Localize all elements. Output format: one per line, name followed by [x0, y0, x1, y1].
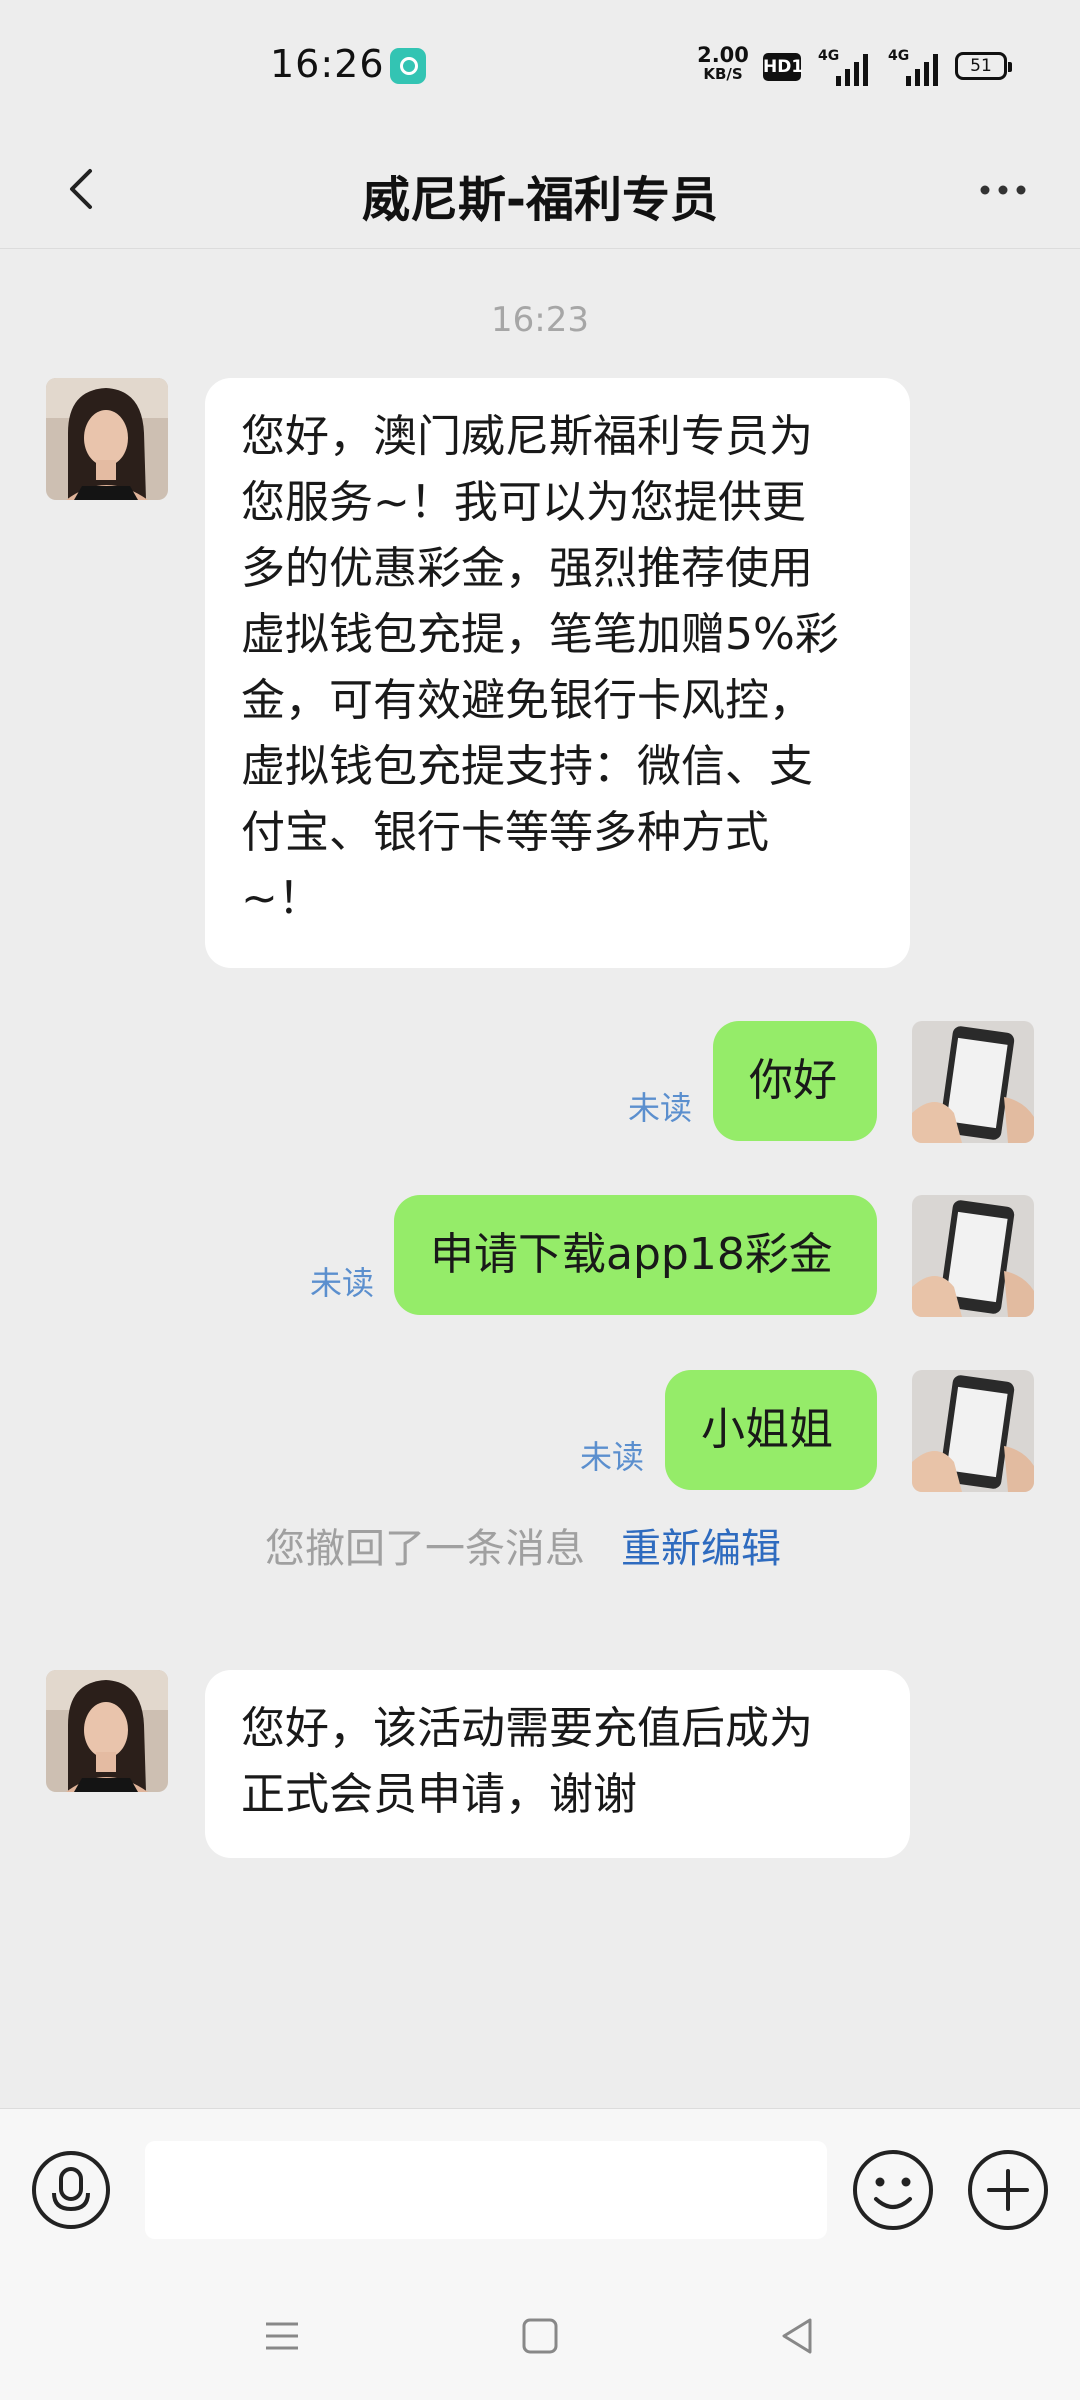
message-text: 小姐姐	[701, 1404, 833, 1455]
battery-icon: 51	[955, 52, 1012, 80]
page-title: 威尼斯-福利专员	[362, 172, 718, 228]
input-bar	[0, 2108, 1080, 2269]
message-text-line: 您好，澳门威尼斯福利专员为	[241, 411, 813, 462]
message-text-line: 正式会员申请，谢谢	[241, 1769, 637, 1820]
unread-status: 未读	[628, 1089, 693, 1127]
network-speed: 2.00 KB/S	[695, 43, 751, 84]
message-text-line: 您好，该活动需要充值后成为	[241, 1703, 813, 1754]
emoji-icon[interactable]	[850, 2147, 936, 2233]
network-speed-value: 2.00	[697, 43, 749, 67]
unread-status: 未读	[580, 1438, 645, 1476]
back-arrow-icon[interactable]	[60, 165, 108, 213]
home-nav-icon[interactable]	[516, 2312, 564, 2360]
my-avatar[interactable]	[912, 1021, 1034, 1143]
app-notification-icon	[390, 48, 426, 84]
message-text-line: ~！	[241, 873, 322, 924]
message-text: 申请下载app18彩金	[430, 1229, 833, 1280]
status-time: 16:26	[270, 42, 385, 86]
more-dots-icon[interactable]	[975, 170, 1035, 210]
chat-timestamp: 16:23	[491, 300, 589, 340]
message-input[interactable]	[145, 2141, 827, 2239]
hd-badge: HD1	[763, 53, 803, 81]
message-text-line: 您服务~！我可以为您提供更	[241, 477, 806, 528]
message-text: 你好	[749, 1055, 837, 1106]
outgoing-message-bubble[interactable]: 小姐姐	[665, 1370, 877, 1490]
system-nav-bar	[0, 2268, 1080, 2400]
message-text-line: 虚拟钱包充提支持：微信、支	[241, 741, 813, 792]
network-speed-unit: KB/S	[703, 65, 743, 83]
my-avatar[interactable]	[912, 1195, 1034, 1317]
contact-avatar[interactable]	[46, 1670, 168, 1792]
message-text-line: 虚拟钱包充提，笔笔加赠5%彩	[241, 609, 839, 660]
signal-label: 4G	[818, 48, 840, 64]
incoming-message-bubble[interactable]: 您好，澳门威尼斯福利专员为 您服务~！我可以为您提供更 多的优惠彩金，强烈推荐使…	[205, 378, 910, 968]
unread-status: 未读	[310, 1264, 375, 1302]
incoming-message-bubble[interactable]: 您好，该活动需要充值后成为 正式会员申请，谢谢	[205, 1670, 910, 1858]
voice-icon[interactable]	[30, 2149, 112, 2231]
re-edit-link[interactable]: 重新编辑	[621, 1526, 781, 1572]
chat-header: 威尼斯-福利专员	[0, 130, 1080, 249]
recall-notice-text: 您撤回了一条消息	[265, 1526, 585, 1572]
status-bar: 16:26 2.00 KB/S HD1 4G 4G 51	[0, 0, 1080, 130]
signal-icon: 4G	[888, 48, 948, 86]
my-avatar[interactable]	[912, 1370, 1034, 1492]
back-nav-icon[interactable]	[774, 2312, 822, 2360]
message-text-line: 金，可有效避免银行卡风控，	[241, 675, 813, 726]
message-text-line: 付宝、银行卡等等多种方式	[241, 807, 769, 858]
outgoing-message-bubble[interactable]: 你好	[713, 1021, 877, 1141]
outgoing-message-bubble[interactable]: 申请下载app18彩金	[394, 1195, 877, 1315]
signal-icon: 4G	[818, 48, 878, 86]
menu-nav-icon[interactable]	[258, 2312, 306, 2360]
signal-label: 4G	[888, 48, 910, 64]
contact-avatar[interactable]	[46, 378, 168, 500]
recall-notice: 您撤回了一条消息 重新编辑	[265, 1516, 781, 1574]
plus-icon[interactable]	[965, 2147, 1051, 2233]
message-text-line: 多的优惠彩金，强烈推荐使用	[241, 543, 813, 594]
